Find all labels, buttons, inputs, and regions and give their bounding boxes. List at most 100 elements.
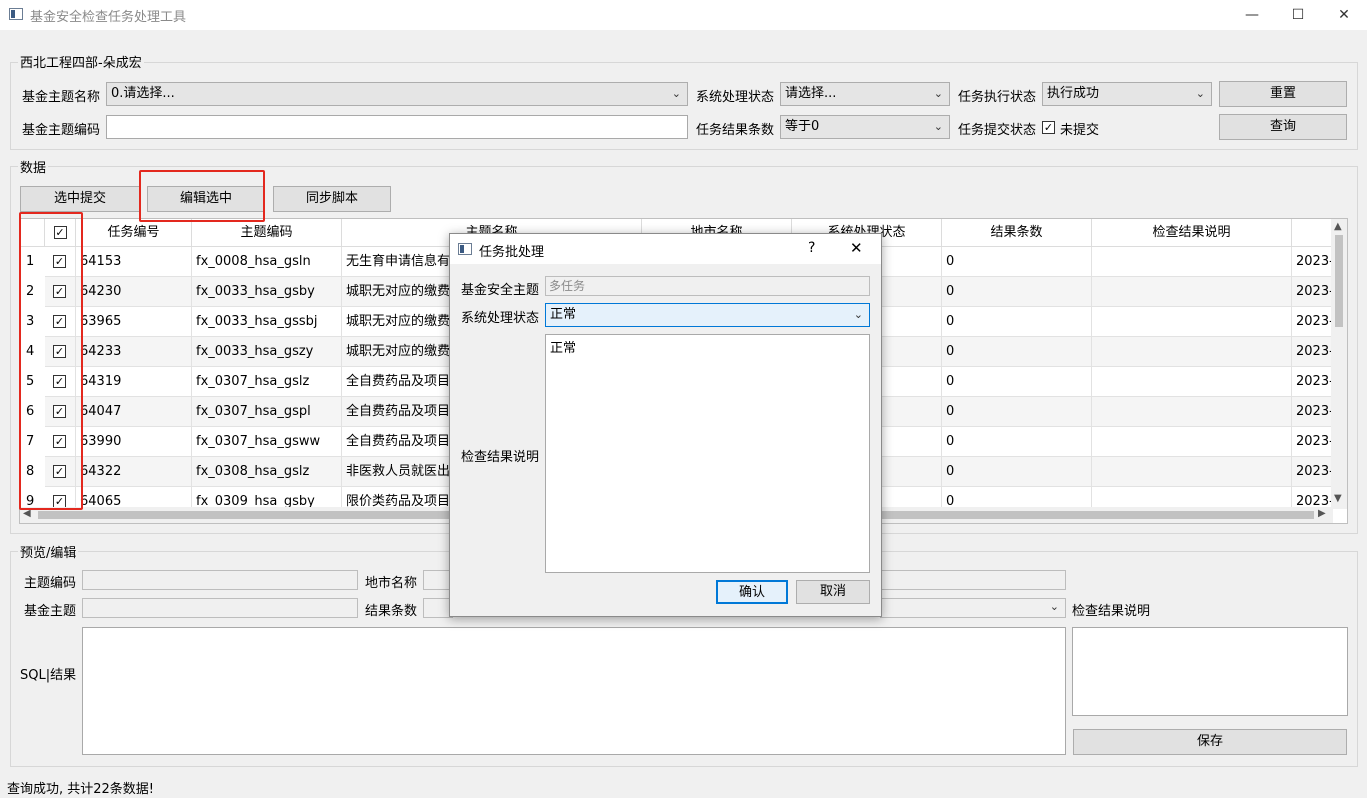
- check-result-cell[interactable]: [1092, 457, 1292, 487]
- dialog-check-result-label: 检查结果说明: [461, 450, 540, 465]
- task-id-cell[interactable]: 64047: [76, 397, 192, 427]
- task-id-cell[interactable]: 64153: [76, 247, 192, 277]
- preview-fund-topic-input[interactable]: [82, 598, 358, 618]
- date-cell[interactable]: 2023-: [1292, 397, 1333, 427]
- submit-selected-button[interactable]: 选中提交: [20, 186, 140, 212]
- preview-extra-input[interactable]: [880, 570, 1066, 590]
- date-cell[interactable]: 2023-: [1292, 457, 1333, 487]
- check-result-cell[interactable]: [1092, 397, 1292, 427]
- sql-result-textarea[interactable]: [82, 627, 1066, 755]
- col-result-count[interactable]: 结果条数: [942, 219, 1092, 247]
- scroll-up-icon[interactable]: ▲: [1334, 221, 1342, 232]
- result-count-label: 任务结果条数: [696, 123, 775, 138]
- result-count-select[interactable]: 等于0 ⌄: [780, 115, 950, 139]
- date-cell[interactable]: 2023-: [1292, 277, 1333, 307]
- check-result-cell[interactable]: [1092, 277, 1292, 307]
- col-task-id[interactable]: 任务编号: [76, 219, 192, 247]
- dialog-close-button[interactable]: ✕: [850, 239, 863, 257]
- fund-topic-name-select[interactable]: 0.请选择... ⌄: [106, 82, 688, 106]
- submit-status-label: 任务提交状态: [958, 123, 1037, 138]
- fund-safety-topic-input[interactable]: 多任务: [545, 276, 870, 296]
- dialog-sys-status-label: 系统处理状态: [461, 311, 540, 326]
- result-count-cell[interactable]: 0: [942, 337, 1092, 367]
- checkbox-column-highlight: [19, 212, 83, 510]
- query-button[interactable]: 查询: [1219, 114, 1347, 140]
- result-count-cell[interactable]: 0: [942, 427, 1092, 457]
- reset-button[interactable]: 重置: [1219, 81, 1347, 107]
- topic-code-cell[interactable]: fx_0033_hsa_gszy: [192, 337, 342, 367]
- scroll-down-icon[interactable]: ▼: [1334, 493, 1342, 504]
- topic-code-cell[interactable]: fx_0033_hsa_gssbj: [192, 307, 342, 337]
- maximize-button[interactable]: ☐: [1275, 0, 1321, 30]
- dialog-help-button[interactable]: ?: [808, 240, 815, 256]
- date-cell[interactable]: 2023-: [1292, 307, 1333, 337]
- sql-result-label: SQL|结果: [20, 668, 77, 683]
- dialog-sys-status-value: 正常: [550, 307, 577, 322]
- check-result-cell[interactable]: [1092, 337, 1292, 367]
- task-id-cell[interactable]: 63965: [76, 307, 192, 337]
- cancel-button[interactable]: 取消: [796, 580, 870, 604]
- fund-safety-topic-label: 基金安全主题: [461, 283, 540, 298]
- result-count-cell[interactable]: 0: [942, 367, 1092, 397]
- dialog-titlebar: 任务批处理 ? ✕: [450, 234, 881, 264]
- topic-code-cell[interactable]: fx_0307_hsa_gslz: [192, 367, 342, 397]
- topic-code-cell[interactable]: fx_0033_hsa_gsby: [192, 277, 342, 307]
- result-count-cell[interactable]: 0: [942, 247, 1092, 277]
- sys-status-select[interactable]: 请选择... ⌄: [780, 82, 950, 106]
- dialog-sys-status-select[interactable]: 正常 ⌄: [545, 303, 870, 327]
- fund-topic-name-value: 0.请选择...: [111, 86, 175, 101]
- check-result-textarea[interactable]: [1072, 627, 1348, 716]
- topic-code-cell[interactable]: fx_0307_hsa_gspl: [192, 397, 342, 427]
- confirm-button[interactable]: 确认: [716, 580, 788, 604]
- topic-code-cell[interactable]: fx_0308_hsa_gslz: [192, 457, 342, 487]
- task-id-cell[interactable]: 63990: [76, 427, 192, 457]
- dialog-check-result-textarea[interactable]: 正常: [545, 334, 870, 573]
- fund-topic-code-label: 基金主题编码: [22, 123, 101, 138]
- date-cell[interactable]: 2023-: [1292, 247, 1333, 277]
- preview-status-select[interactable]: ⌄: [880, 598, 1066, 618]
- minimize-button[interactable]: —: [1229, 0, 1275, 30]
- batch-process-dialog: 任务批处理 ? ✕ 基金安全主题 多任务 系统处理状态 正常 ⌄ 正常 检查结果…: [449, 233, 882, 617]
- vertical-scroll-thumb[interactable]: [1335, 235, 1343, 327]
- check-result-cell[interactable]: [1092, 367, 1292, 397]
- check-result-cell[interactable]: [1092, 247, 1292, 277]
- save-button[interactable]: 保存: [1073, 729, 1347, 755]
- task-exec-select[interactable]: 执行成功 ⌄: [1042, 82, 1212, 106]
- topic-code-cell[interactable]: fx_0307_hsa_gsww: [192, 427, 342, 457]
- sys-status-label: 系统处理状态: [696, 90, 775, 105]
- date-cell[interactable]: 2023-: [1292, 427, 1333, 457]
- date-cell[interactable]: 2023-: [1292, 367, 1333, 397]
- result-count-value: 等于0: [785, 119, 820, 134]
- col-topic-code[interactable]: 主题编码: [192, 219, 342, 247]
- result-count-cell[interactable]: 0: [942, 277, 1092, 307]
- topic-code-cell[interactable]: fx_0008_hsa_gsln: [192, 247, 342, 277]
- unsubmitted-checkbox[interactable]: ✓: [1042, 121, 1055, 134]
- result-count-cell[interactable]: 0: [942, 307, 1092, 337]
- sync-script-button[interactable]: 同步脚本: [273, 186, 391, 212]
- preview-check-result-label: 检查结果说明: [1072, 604, 1151, 619]
- preview-group-title: 预览/编辑: [18, 542, 79, 561]
- col-date[interactable]: [1292, 219, 1333, 247]
- sys-status-value: 请选择...: [785, 86, 837, 101]
- result-count-cell[interactable]: 0: [942, 457, 1092, 487]
- status-bar-message: 查询成功, 共计22条数据!: [7, 782, 155, 797]
- close-window-button[interactable]: ✕: [1321, 0, 1367, 30]
- vertical-scrollbar[interactable]: ▲ ▼: [1331, 219, 1347, 509]
- result-count-cell[interactable]: 0: [942, 397, 1092, 427]
- task-id-cell[interactable]: 64233: [76, 337, 192, 367]
- task-exec-label: 任务执行状态: [958, 90, 1037, 105]
- task-id-cell[interactable]: 64322: [76, 457, 192, 487]
- edit-selected-highlight: [139, 170, 265, 222]
- dialog-app-icon: [458, 243, 472, 255]
- fund-topic-name-label: 基金主题名称: [22, 90, 101, 105]
- dialog-title: 任务批处理: [479, 245, 545, 260]
- preview-topic-code-input[interactable]: [82, 570, 358, 590]
- fund-topic-code-input[interactable]: [106, 115, 688, 139]
- scroll-right-icon[interactable]: ▶: [1318, 508, 1326, 519]
- date-cell[interactable]: 2023-: [1292, 337, 1333, 367]
- col-check-result[interactable]: 检查结果说明: [1092, 219, 1292, 247]
- task-id-cell[interactable]: 64230: [76, 277, 192, 307]
- check-result-cell[interactable]: [1092, 427, 1292, 457]
- check-result-cell[interactable]: [1092, 307, 1292, 337]
- task-id-cell[interactable]: 64319: [76, 367, 192, 397]
